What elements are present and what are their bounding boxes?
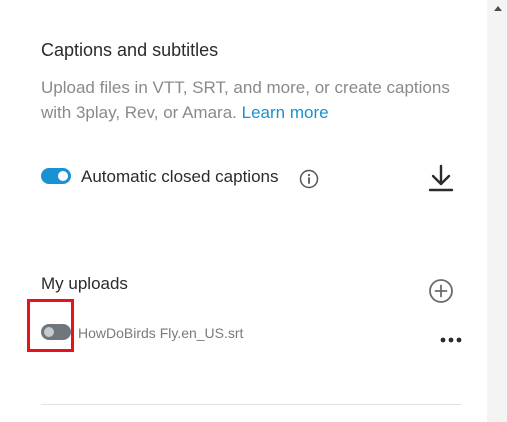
captions-description: Upload files in VTT, SRT, and more, or c… <box>41 75 461 125</box>
scrollbar[interactable] <box>490 0 507 422</box>
my-uploads-title: My uploads <box>41 274 128 293</box>
info-icon[interactable] <box>299 169 319 189</box>
learn-more-link[interactable]: Learn more <box>242 103 329 122</box>
toggle-knob <box>44 327 54 337</box>
scroll-up-arrow-icon[interactable] <box>494 6 502 11</box>
captions-section-title: Captions and subtitles <box>41 40 219 60</box>
section-divider <box>41 404 461 405</box>
upload-file-toggle[interactable] <box>41 324 71 340</box>
download-icon[interactable] <box>427 163 455 193</box>
add-icon[interactable] <box>428 278 454 304</box>
toggle-knob <box>58 171 68 181</box>
automatic-captions-label: Automatic closed captions <box>81 167 279 186</box>
more-horizontal-icon[interactable] <box>438 333 466 347</box>
captions-panel: Captions and subtitles Upload files in V… <box>0 0 487 422</box>
upload-file-name: HowDoBirds Fly.en_US.srt <box>78 325 244 341</box>
automatic-captions-toggle[interactable] <box>41 168 71 184</box>
